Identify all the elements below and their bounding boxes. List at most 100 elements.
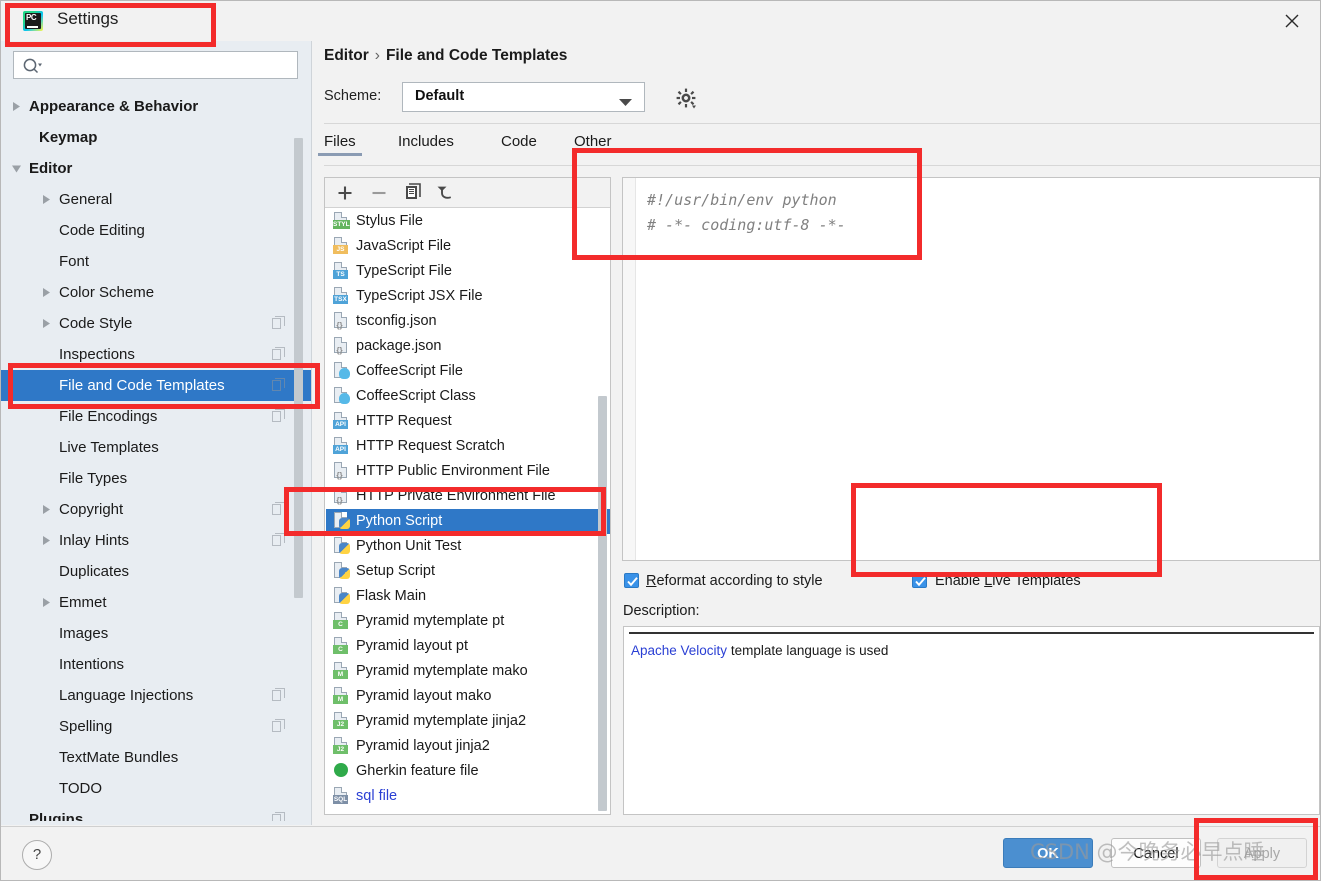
sidebar-item-todo[interactable]: TODO [1, 773, 311, 804]
sidebar-item-color-scheme[interactable]: Color Scheme [1, 277, 311, 308]
copy-settings-icon[interactable] [272, 688, 285, 701]
chevron-right-icon[interactable] [41, 535, 52, 546]
template-list-item[interactable]: TSX TypeScript JSX File [326, 284, 610, 309]
checkbox-label-live-templates[interactable]: Enable Live Templates [935, 573, 1081, 589]
template-list-item[interactable]: {} package.json [326, 334, 610, 359]
description-panel[interactable]: Apache Velocity template language is use… [623, 626, 1320, 815]
copy-settings-icon[interactable] [272, 502, 285, 515]
sidebar-item-intentions[interactable]: Intentions [1, 649, 311, 680]
template-list-item[interactable]: API HTTP Request Scratch [326, 434, 610, 459]
help-icon[interactable]: ? [22, 840, 52, 870]
sidebar-item-copyright[interactable]: Copyright [1, 494, 311, 525]
scheme-select[interactable]: Default [402, 82, 645, 112]
sidebar-item-general[interactable]: General [1, 184, 311, 215]
template-item-label: Pyramid layout mako [356, 688, 492, 704]
sidebar-item-editor[interactable]: Editor [1, 153, 311, 184]
chevron-right-icon[interactable] [41, 504, 52, 515]
chevron-right-icon[interactable] [41, 318, 52, 329]
copy-settings-icon[interactable] [272, 347, 285, 360]
template-list-item[interactable]: STYL Stylus File [326, 209, 610, 234]
template-list-item[interactable]: CoffeeScript Class [326, 384, 610, 409]
sidebar-item-images[interactable]: Images [1, 618, 311, 649]
copy-settings-icon[interactable] [272, 316, 285, 329]
copy-settings-icon[interactable] [272, 533, 285, 546]
template-list-item[interactable]: CoffeeScript File [326, 359, 610, 384]
template-list-item[interactable]: {} HTTP Public Environment File [326, 459, 610, 484]
checkbox-label-reformat[interactable]: Reformat according to style [646, 573, 823, 589]
template-list-item[interactable]: SQL sql file [326, 784, 610, 809]
revert-icon[interactable] [435, 182, 459, 204]
template-list-item[interactable]: Gherkin feature file [326, 759, 610, 784]
template-list[interactable]: STYL Stylus File JS JavaScript File TS TypeSc… [326, 209, 610, 814]
breadcrumb-parent[interactable]: Editor [324, 47, 369, 64]
sidebar-item-appearance-behavior[interactable]: Appearance & Behavior [1, 91, 311, 122]
chevron-right-icon[interactable] [41, 194, 52, 205]
template-item-label: package.json [356, 338, 442, 354]
template-list-item[interactable]: Flask Main [326, 584, 610, 609]
chevron-right-icon[interactable] [11, 101, 22, 112]
template-list-item[interactable]: J2 Pyramid layout jinja2 [326, 734, 610, 759]
template-list-item[interactable]: C Pyramid layout pt [326, 634, 610, 659]
watermark: CSDN @今晚务必早点睡 [1030, 840, 1265, 864]
search-input[interactable] [48, 56, 292, 73]
sidebar-item-spelling[interactable]: Spelling [1, 711, 311, 742]
tab-code[interactable]: Code [501, 133, 537, 156]
template-list-item[interactable]: M Pyramid layout mako [326, 684, 610, 709]
template-list-item[interactable]: C Pyramid mytemplate pt [326, 609, 610, 634]
copy-icon[interactable] [401, 182, 425, 204]
template-list-item[interactable]: {} HTTP Private Environment File [326, 484, 610, 509]
template-list-item[interactable]: JS JavaScript File [326, 234, 610, 259]
tab-other[interactable]: Other [574, 133, 612, 156]
template-item-label: Gherkin feature file [356, 763, 479, 779]
sidebar-item-code-style[interactable]: Code Style [1, 308, 311, 339]
sidebar-item-inspections[interactable]: Inspections [1, 339, 311, 370]
sidebar-item-duplicates[interactable]: Duplicates [1, 556, 311, 587]
sidebar-item-label: Copyright [59, 501, 124, 518]
sidebar-item-font[interactable]: Font [1, 246, 311, 277]
sidebar-scrollbar-thumb[interactable] [294, 138, 303, 598]
chevron-down-icon[interactable] [11, 163, 22, 174]
template-list-item[interactable]: Setup Script [326, 559, 610, 584]
file-type-icon: API [333, 437, 349, 454]
scheme-label: Scheme: [324, 88, 382, 104]
template-list-item[interactable]: M Pyramid mytemplate mako [326, 659, 610, 684]
sidebar-item-file-encodings[interactable]: File Encodings [1, 401, 311, 432]
remove-icon[interactable] [367, 182, 391, 204]
sidebar-item-code-editing[interactable]: Code Editing [1, 215, 311, 246]
sidebar-item-live-templates[interactable]: Live Templates [1, 432, 311, 463]
template-list-scrollbar[interactable] [598, 396, 607, 811]
checkbox-reformat[interactable] [624, 573, 639, 588]
sidebar-item-plugins[interactable]: Plugins [1, 804, 311, 821]
add-icon[interactable] [333, 182, 357, 204]
sidebar-item-inlay-hints[interactable]: Inlay Hints [1, 525, 311, 556]
sidebar-item-keymap[interactable]: Keymap [1, 122, 311, 153]
template-list-item[interactable]: J2 Pyramid mytemplate jinja2 [326, 709, 610, 734]
template-list-item[interactable]: API HTTP Request [326, 409, 610, 434]
sidebar-item-language-injections[interactable]: Language Injections [1, 680, 311, 711]
checkbox-live-templates[interactable] [912, 573, 927, 588]
apache-velocity-link[interactable]: Apache Velocity [631, 643, 727, 658]
template-code-editor[interactable]: #!/usr/bin/env python # -*- coding:utf-8… [622, 177, 1320, 561]
copy-settings-icon[interactable] [272, 409, 285, 422]
settings-tree[interactable]: Appearance & Behavior Keymap Editor General… [1, 91, 311, 821]
template-list-item[interactable]: {} tsconfig.json [326, 309, 610, 334]
sidebar-item-emmet[interactable]: Emmet [1, 587, 311, 618]
copy-settings-icon[interactable] [272, 719, 285, 732]
sidebar-item-textmate-bundles[interactable]: TextMate Bundles [1, 742, 311, 773]
sidebar-item-file-and-code-templates[interactable]: File and Code Templates [1, 370, 311, 401]
tab-includes[interactable]: Includes [398, 133, 454, 156]
close-icon[interactable] [1278, 8, 1306, 34]
tab-files[interactable]: Files [318, 133, 362, 156]
copy-settings-icon[interactable] [272, 378, 285, 391]
gear-icon[interactable] [674, 86, 698, 110]
template-list-item[interactable]: Python Unit Test [326, 534, 610, 559]
chevron-right-icon[interactable] [41, 597, 52, 608]
chevron-right-icon[interactable] [41, 287, 52, 298]
file-type-icon: SQL [333, 787, 349, 804]
sidebar-item-file-types[interactable]: File Types [1, 463, 311, 494]
settings-content: Editor › File and Code Templates Scheme: D… [312, 41, 1320, 825]
template-list-item[interactable]: Python Script [326, 509, 610, 534]
template-list-item[interactable]: TS TypeScript File [326, 259, 610, 284]
copy-settings-icon[interactable] [272, 812, 285, 821]
search-box[interactable] [13, 51, 298, 79]
